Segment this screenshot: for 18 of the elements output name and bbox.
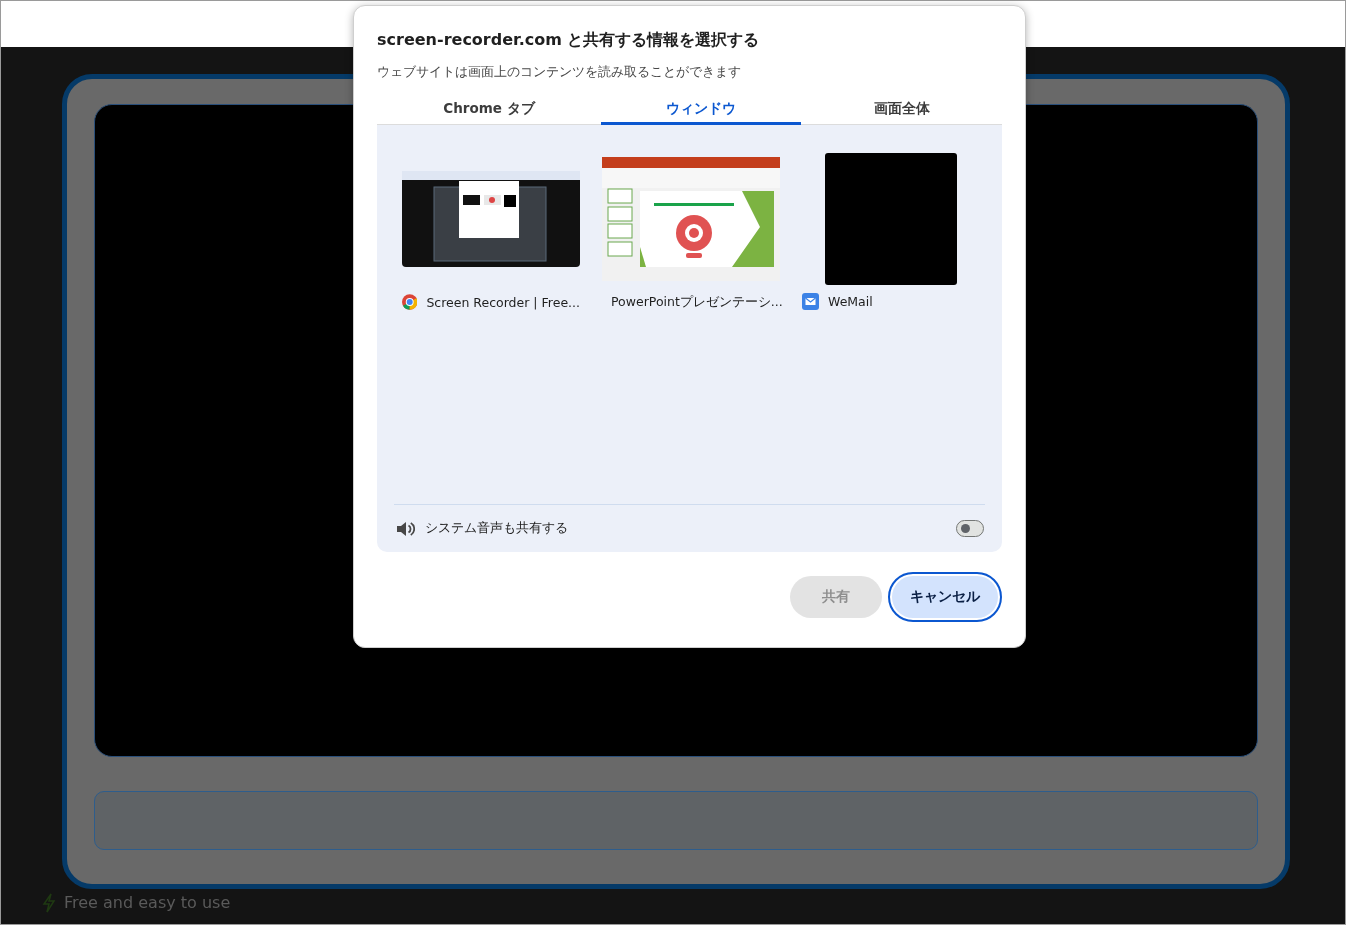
feature-text: Free and easy to use [64, 893, 231, 913]
dialog-subtitle: ウェブサイトは画面上のコンテンツを読み取ることができます [377, 64, 742, 81]
audio-toggle[interactable] [956, 520, 984, 537]
tab[interactable]: 画面全体 [801, 95, 1003, 125]
window-name: WeMail [828, 294, 873, 309]
lightning-icon [42, 893, 56, 913]
mail-icon [802, 293, 819, 310]
dialog-title: screen-recorder.com と共有する情報を選択する [377, 30, 761, 51]
tab[interactable]: Chrome タブ [377, 95, 601, 125]
browser-icon [402, 293, 418, 311]
window-name: PowerPointプレゼンテーシ... [611, 293, 783, 311]
cancel-button[interactable]: キャンセル [888, 572, 1002, 622]
window-option[interactable]: WeMail [802, 152, 980, 317]
audio-label: システム音声も共有する [425, 520, 569, 537]
window-option[interactable]: PowerPointプレゼンテーシ... [602, 152, 780, 317]
speaker-icon [396, 520, 415, 537]
window-option[interactable]: Screen Recorder | Free... [402, 152, 580, 317]
window-name: Screen Recorder | Free... [426, 294, 580, 310]
